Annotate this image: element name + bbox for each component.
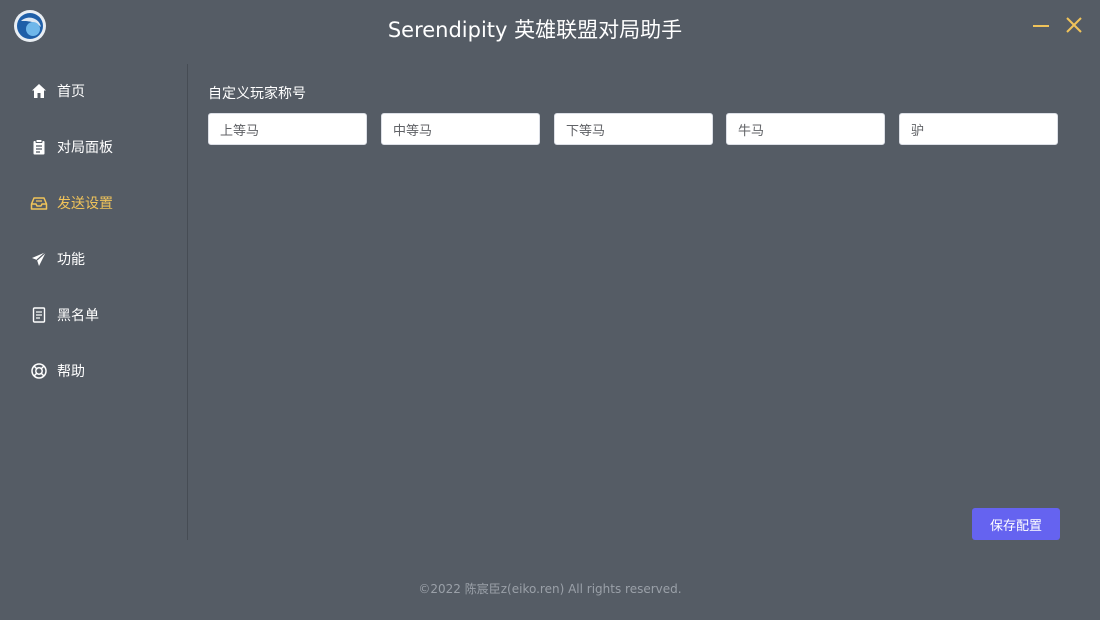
title-input-tier1[interactable] xyxy=(208,113,367,145)
sidebar-item-help[interactable]: 帮助 xyxy=(30,357,170,385)
sidebar-item-match-panel[interactable]: 对局面板 xyxy=(30,133,170,161)
sidebar-item-send-settings[interactable]: 发送设置 xyxy=(30,189,170,217)
sidebar-item-label: 发送设置 xyxy=(57,196,113,212)
section-label-custom-titles: 自定义玩家称号 xyxy=(208,86,306,102)
title-input-tier3[interactable] xyxy=(554,113,713,145)
document-icon xyxy=(32,307,46,323)
close-icon[interactable] xyxy=(1064,15,1084,35)
title-input-tier2[interactable] xyxy=(381,113,540,145)
minimize-icon[interactable] xyxy=(1031,15,1051,35)
save-config-button[interactable]: 保存配置 xyxy=(972,508,1060,540)
title-input-tier5[interactable] xyxy=(899,113,1058,145)
sidebar-item-label: 黑名单 xyxy=(57,308,99,324)
title-input-tier4[interactable] xyxy=(726,113,885,145)
inbox-icon xyxy=(30,197,48,210)
footer-copyright: ©2022 陈宸臣z(eiko.ren) All rights reserved… xyxy=(418,582,682,596)
send-icon xyxy=(32,251,47,266)
lifebuoy-icon xyxy=(31,363,47,379)
sidebar-item-label: 对局面板 xyxy=(57,140,113,156)
sidebar-item-label: 帮助 xyxy=(57,364,85,380)
app-title: Serendipity 英雄联盟对局助手 xyxy=(387,18,683,42)
sidebar-item-label: 功能 xyxy=(57,252,85,268)
sidebar-item-blacklist[interactable]: 黑名单 xyxy=(30,301,170,329)
sidebar-item-label: 首页 xyxy=(57,84,85,100)
sidebar-item-home[interactable]: 首页 xyxy=(30,77,170,105)
clipboard-icon xyxy=(33,139,45,155)
home-icon xyxy=(32,84,46,98)
sidebar-item-features[interactable]: 功能 xyxy=(30,245,170,273)
